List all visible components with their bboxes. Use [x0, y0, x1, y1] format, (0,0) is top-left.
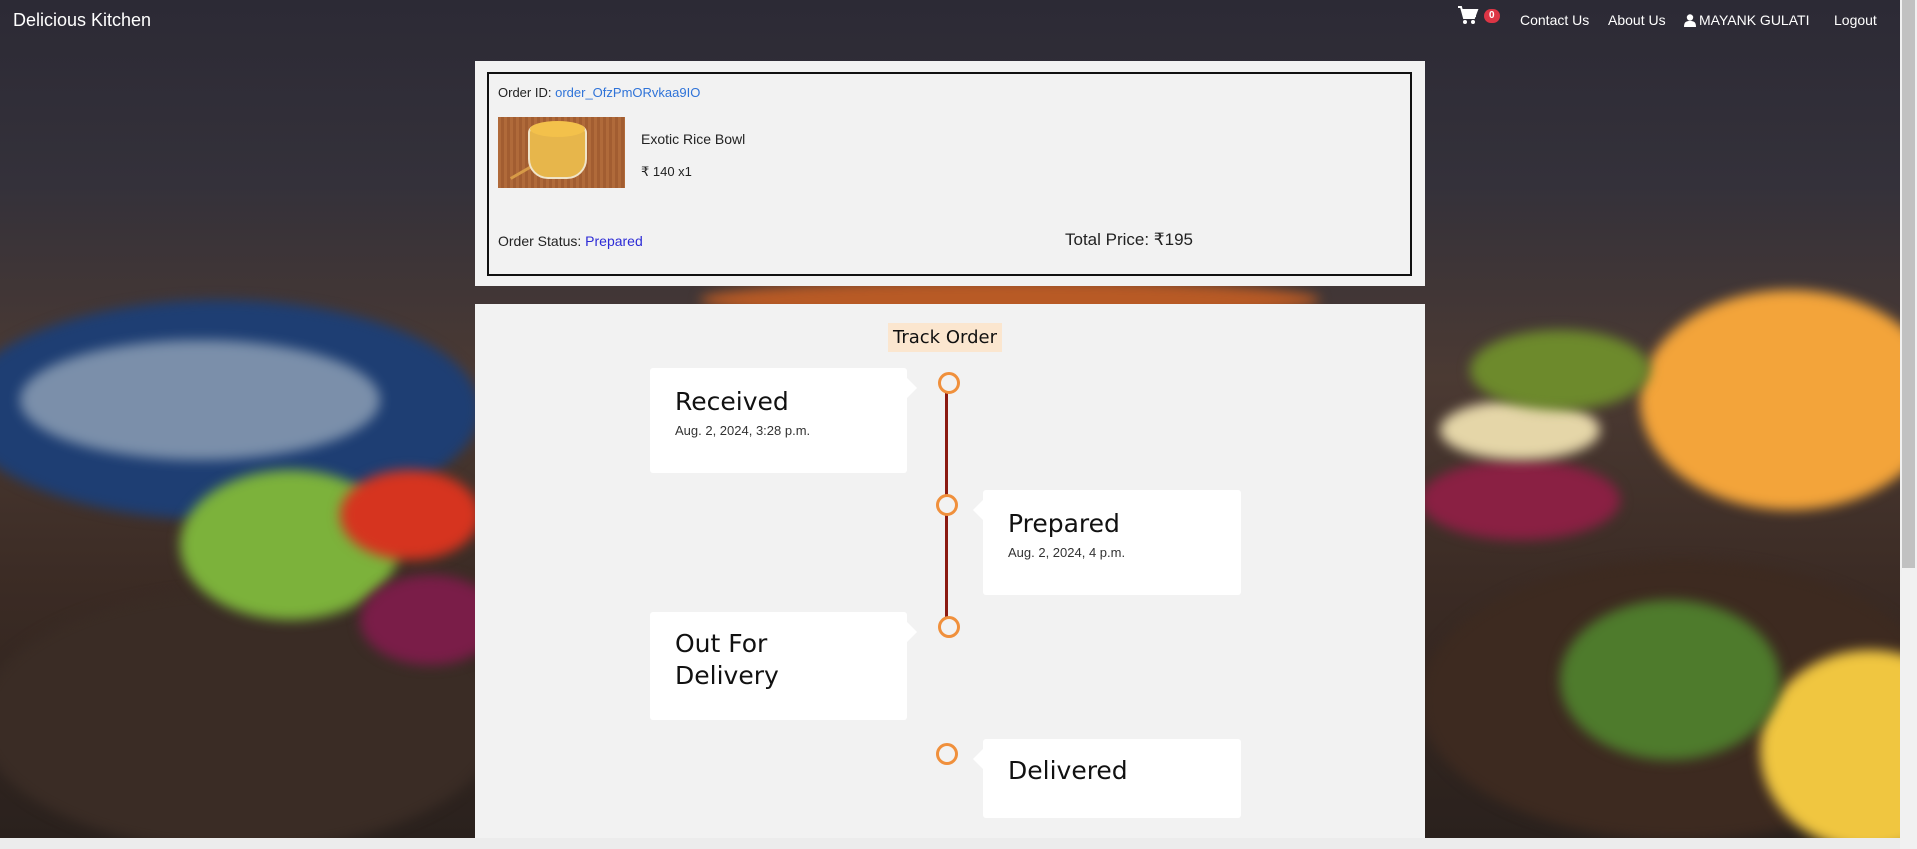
- nav-link-logout[interactable]: Logout: [1834, 12, 1877, 28]
- user-icon: [1684, 13, 1696, 27]
- timeline-dot: [938, 616, 960, 638]
- step-label: Out For Delivery: [675, 629, 779, 690]
- scrollbar[interactable]: [1900, 0, 1917, 849]
- total-price: Total Price: ₹195: [1065, 230, 1193, 249]
- timeline-step-out-for-delivery: Out For Delivery: [650, 612, 917, 720]
- nav-link-user[interactable]: MAYANK GULATI: [1684, 12, 1809, 28]
- order-summary-card: Order ID: order_OfzPmORvkaa9IO Exotic Ri…: [475, 61, 1425, 286]
- step-time: Aug. 2, 2024, 3:28 p.m.: [675, 423, 811, 438]
- item-price: ₹ 140 x1: [641, 164, 692, 179]
- timeline-step-prepared: Prepared Aug. 2, 2024, 4 p.m.: [973, 490, 1241, 595]
- item-name: Exotic Rice Bowl: [641, 131, 746, 147]
- scrollbar-thumb[interactable]: [1902, 0, 1915, 568]
- step-label: Delivered: [1008, 756, 1128, 785]
- order-status-label: Order Status:: [498, 233, 582, 249]
- step-label: Received: [675, 387, 789, 416]
- step-time: Aug. 2, 2024, 4 p.m.: [1008, 545, 1126, 560]
- order-id-label: Order ID:: [498, 85, 552, 100]
- user-name: MAYANK GULATI: [1699, 12, 1810, 28]
- order-id: Order ID: order_OfzPmORvkaa9IO: [498, 85, 700, 100]
- timeline-dot: [936, 743, 958, 765]
- timeline-dot: [936, 494, 958, 516]
- step-label: Prepared: [1008, 509, 1120, 538]
- timeline-dot: [938, 372, 960, 394]
- food-item-image: [498, 117, 625, 188]
- navbar: Delicious Kitchen 0 Contact Us About Us …: [0, 0, 1900, 40]
- track-order-panel: Track Order Received Aug. 2, 2024, 3:28 …: [475, 304, 1425, 838]
- nav-link-about[interactable]: About Us: [1608, 12, 1666, 28]
- order-id-link[interactable]: order_OfzPmORvkaa9IO: [555, 85, 700, 100]
- order-status: Order Status: Prepared: [498, 233, 643, 249]
- cart-count-badge: 0: [1484, 9, 1500, 23]
- timeline-step-received: Received Aug. 2, 2024, 3:28 p.m.: [650, 368, 917, 473]
- page-bottom-strip: [0, 838, 1917, 849]
- order-status-value: Prepared: [585, 233, 643, 249]
- nav-link-contact[interactable]: Contact Us: [1520, 12, 1589, 28]
- timeline-step-delivered: Delivered: [973, 739, 1241, 818]
- cart-icon[interactable]: [1457, 5, 1479, 25]
- order-summary-border: Order ID: order_OfzPmORvkaa9IO Exotic Ri…: [487, 72, 1412, 276]
- track-order-title: Track Order: [888, 323, 1002, 352]
- brand-logo[interactable]: Delicious Kitchen: [13, 10, 151, 31]
